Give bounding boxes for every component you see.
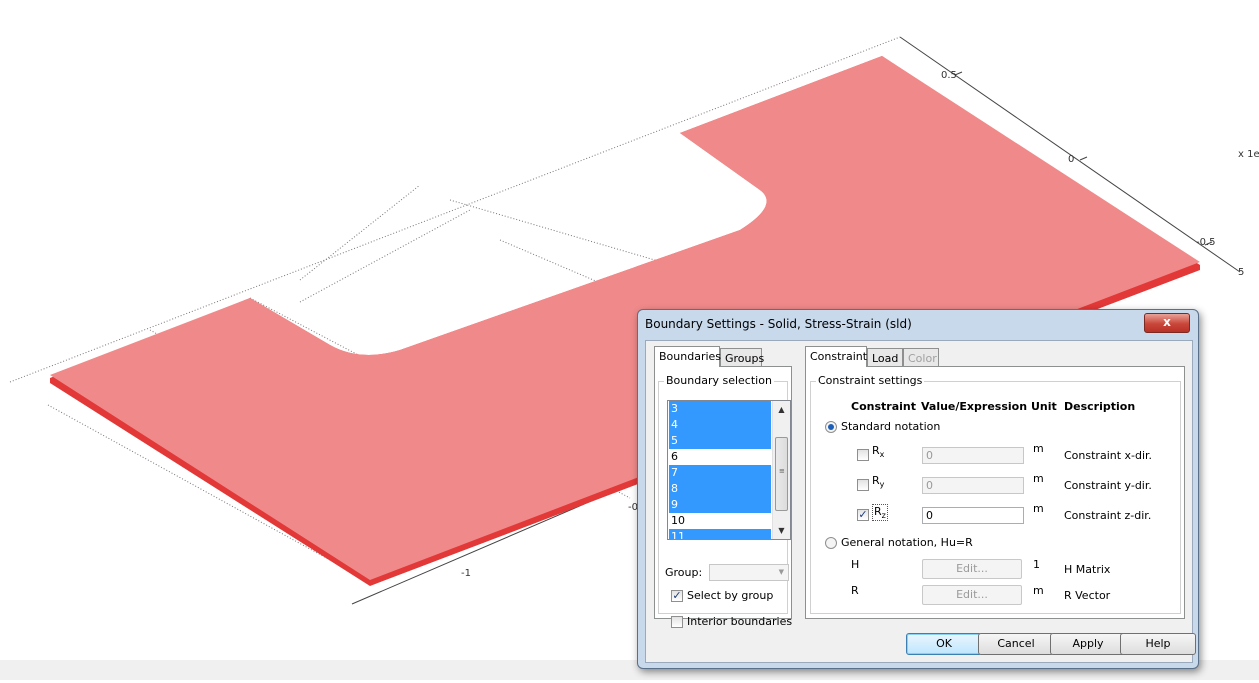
standard-notation-radio[interactable] [825,421,837,433]
r-unit: m [1033,584,1044,597]
boundary-settings-dialog: Boundary Settings - Solid, Stress-Strain… [637,309,1199,669]
constraint-panel: Constraint settings Constraint Value/Exp… [805,366,1185,619]
list-item[interactable]: 7 [669,465,771,481]
list-item[interactable]: 3 [669,401,771,417]
ry-value-input[interactable]: 0 [922,477,1024,494]
h-description: H Matrix [1064,563,1111,576]
list-item[interactable]: 4 [669,417,771,433]
header-constraint: Constraint [851,400,916,413]
rx-unit: m [1033,442,1044,455]
select-by-group-checkbox[interactable]: ✓ [671,590,683,602]
tick-label-edge: 5 [1238,267,1244,278]
ry-unit: m [1033,472,1044,485]
rx-value-input[interactable]: 0 [922,447,1024,464]
rz-value-input[interactable]: 0 [922,507,1024,524]
h-edit-button[interactable]: Edit... [922,559,1022,579]
help-button[interactable]: Help [1120,633,1196,655]
list-item[interactable]: 5 [669,433,771,449]
list-item[interactable]: 6 [669,449,771,465]
ry-symbol: Ry [872,474,885,490]
tab-boundaries[interactable]: Boundaries [654,346,721,367]
group-select[interactable]: ▼ [709,564,789,581]
boundary-selection-title: Boundary selection [664,374,774,387]
boundary-listbox[interactable]: 3 4 5 6 7 8 9 10 11 ▲ ≡ ▼ [667,400,791,540]
rz-symbol: Rz [872,504,888,522]
rx-description: Constraint x-dir. [1064,449,1153,462]
r-description: R Vector [1064,589,1111,602]
standard-notation-label: Standard notation [841,420,941,433]
close-button[interactable]: x [1144,313,1190,333]
boundaries-panel: Boundary selection 3 4 5 6 7 8 9 10 11 ▲… [654,366,792,628]
chevron-down-icon: ▼ [778,568,784,576]
scroll-down-icon[interactable]: ▼ [773,522,790,539]
tab-load[interactable]: Load [867,348,903,367]
tab-color: Color [903,348,939,367]
general-notation-radio[interactable] [825,537,837,549]
list-item[interactable]: 10 [669,513,771,529]
ok-button[interactable]: OK [906,633,982,655]
tick-label-y-mid: 0 [1068,154,1074,165]
ry-checkbox[interactable] [857,479,869,491]
h-label: H [851,558,860,571]
constraint-settings-group: Constraint settings Constraint Value/Exp… [810,374,1181,614]
tick-label-y-top: 0.5 [941,70,957,81]
header-value: Value/Expression [921,400,1028,413]
scroll-thumb[interactable]: ≡ [775,437,788,511]
group-label: Group: [665,566,703,579]
general-notation-label: General notation, Hu=R [841,536,973,549]
tick-label-x-left: -1 [461,568,471,579]
rz-unit: m [1033,502,1044,515]
grip-icon: ≡ [779,467,785,475]
rz-checkbox[interactable]: ✓ [857,509,869,521]
tab-constraint[interactable]: Constraint [805,346,867,367]
h-unit: 1 [1033,558,1040,571]
axis-exponent-label: x 1e [1238,149,1259,160]
rx-symbol: Rx [872,444,885,460]
select-by-group-label: Select by group [687,589,774,602]
dialog-client: Boundaries Groups Boundary selection 3 4… [645,340,1196,663]
scroll-up-icon[interactable]: ▲ [773,401,790,418]
header-description: Description [1064,400,1136,413]
interior-boundaries-label: Interior boundaries [687,615,793,628]
cancel-button[interactable]: Cancel [978,633,1054,655]
rz-description: Constraint z-dir. [1064,509,1152,522]
close-icon: x [1163,315,1171,329]
interior-boundaries-checkbox[interactable] [671,616,683,628]
constraint-settings-title: Constraint settings [816,374,925,387]
boundary-selection-group: Boundary selection 3 4 5 6 7 8 9 10 11 ▲… [658,374,792,628]
tab-groups[interactable]: Groups [720,348,764,367]
apply-button[interactable]: Apply [1050,633,1126,655]
ry-description: Constraint y-dir. [1064,479,1152,492]
header-unit: Unit [1031,400,1057,413]
dialog-title: Boundary Settings - Solid, Stress-Strain… [645,317,912,331]
list-item[interactable]: 11 [669,529,771,539]
list-item[interactable]: 8 [669,481,771,497]
tick-label-y-low: -0.5 [1196,237,1216,248]
rx-checkbox[interactable] [857,449,869,461]
r-label: R [851,584,859,597]
list-item[interactable]: 9 [669,497,771,513]
listbox-scrollbar[interactable]: ▲ ≡ ▼ [772,401,790,539]
r-edit-button[interactable]: Edit... [922,585,1022,605]
